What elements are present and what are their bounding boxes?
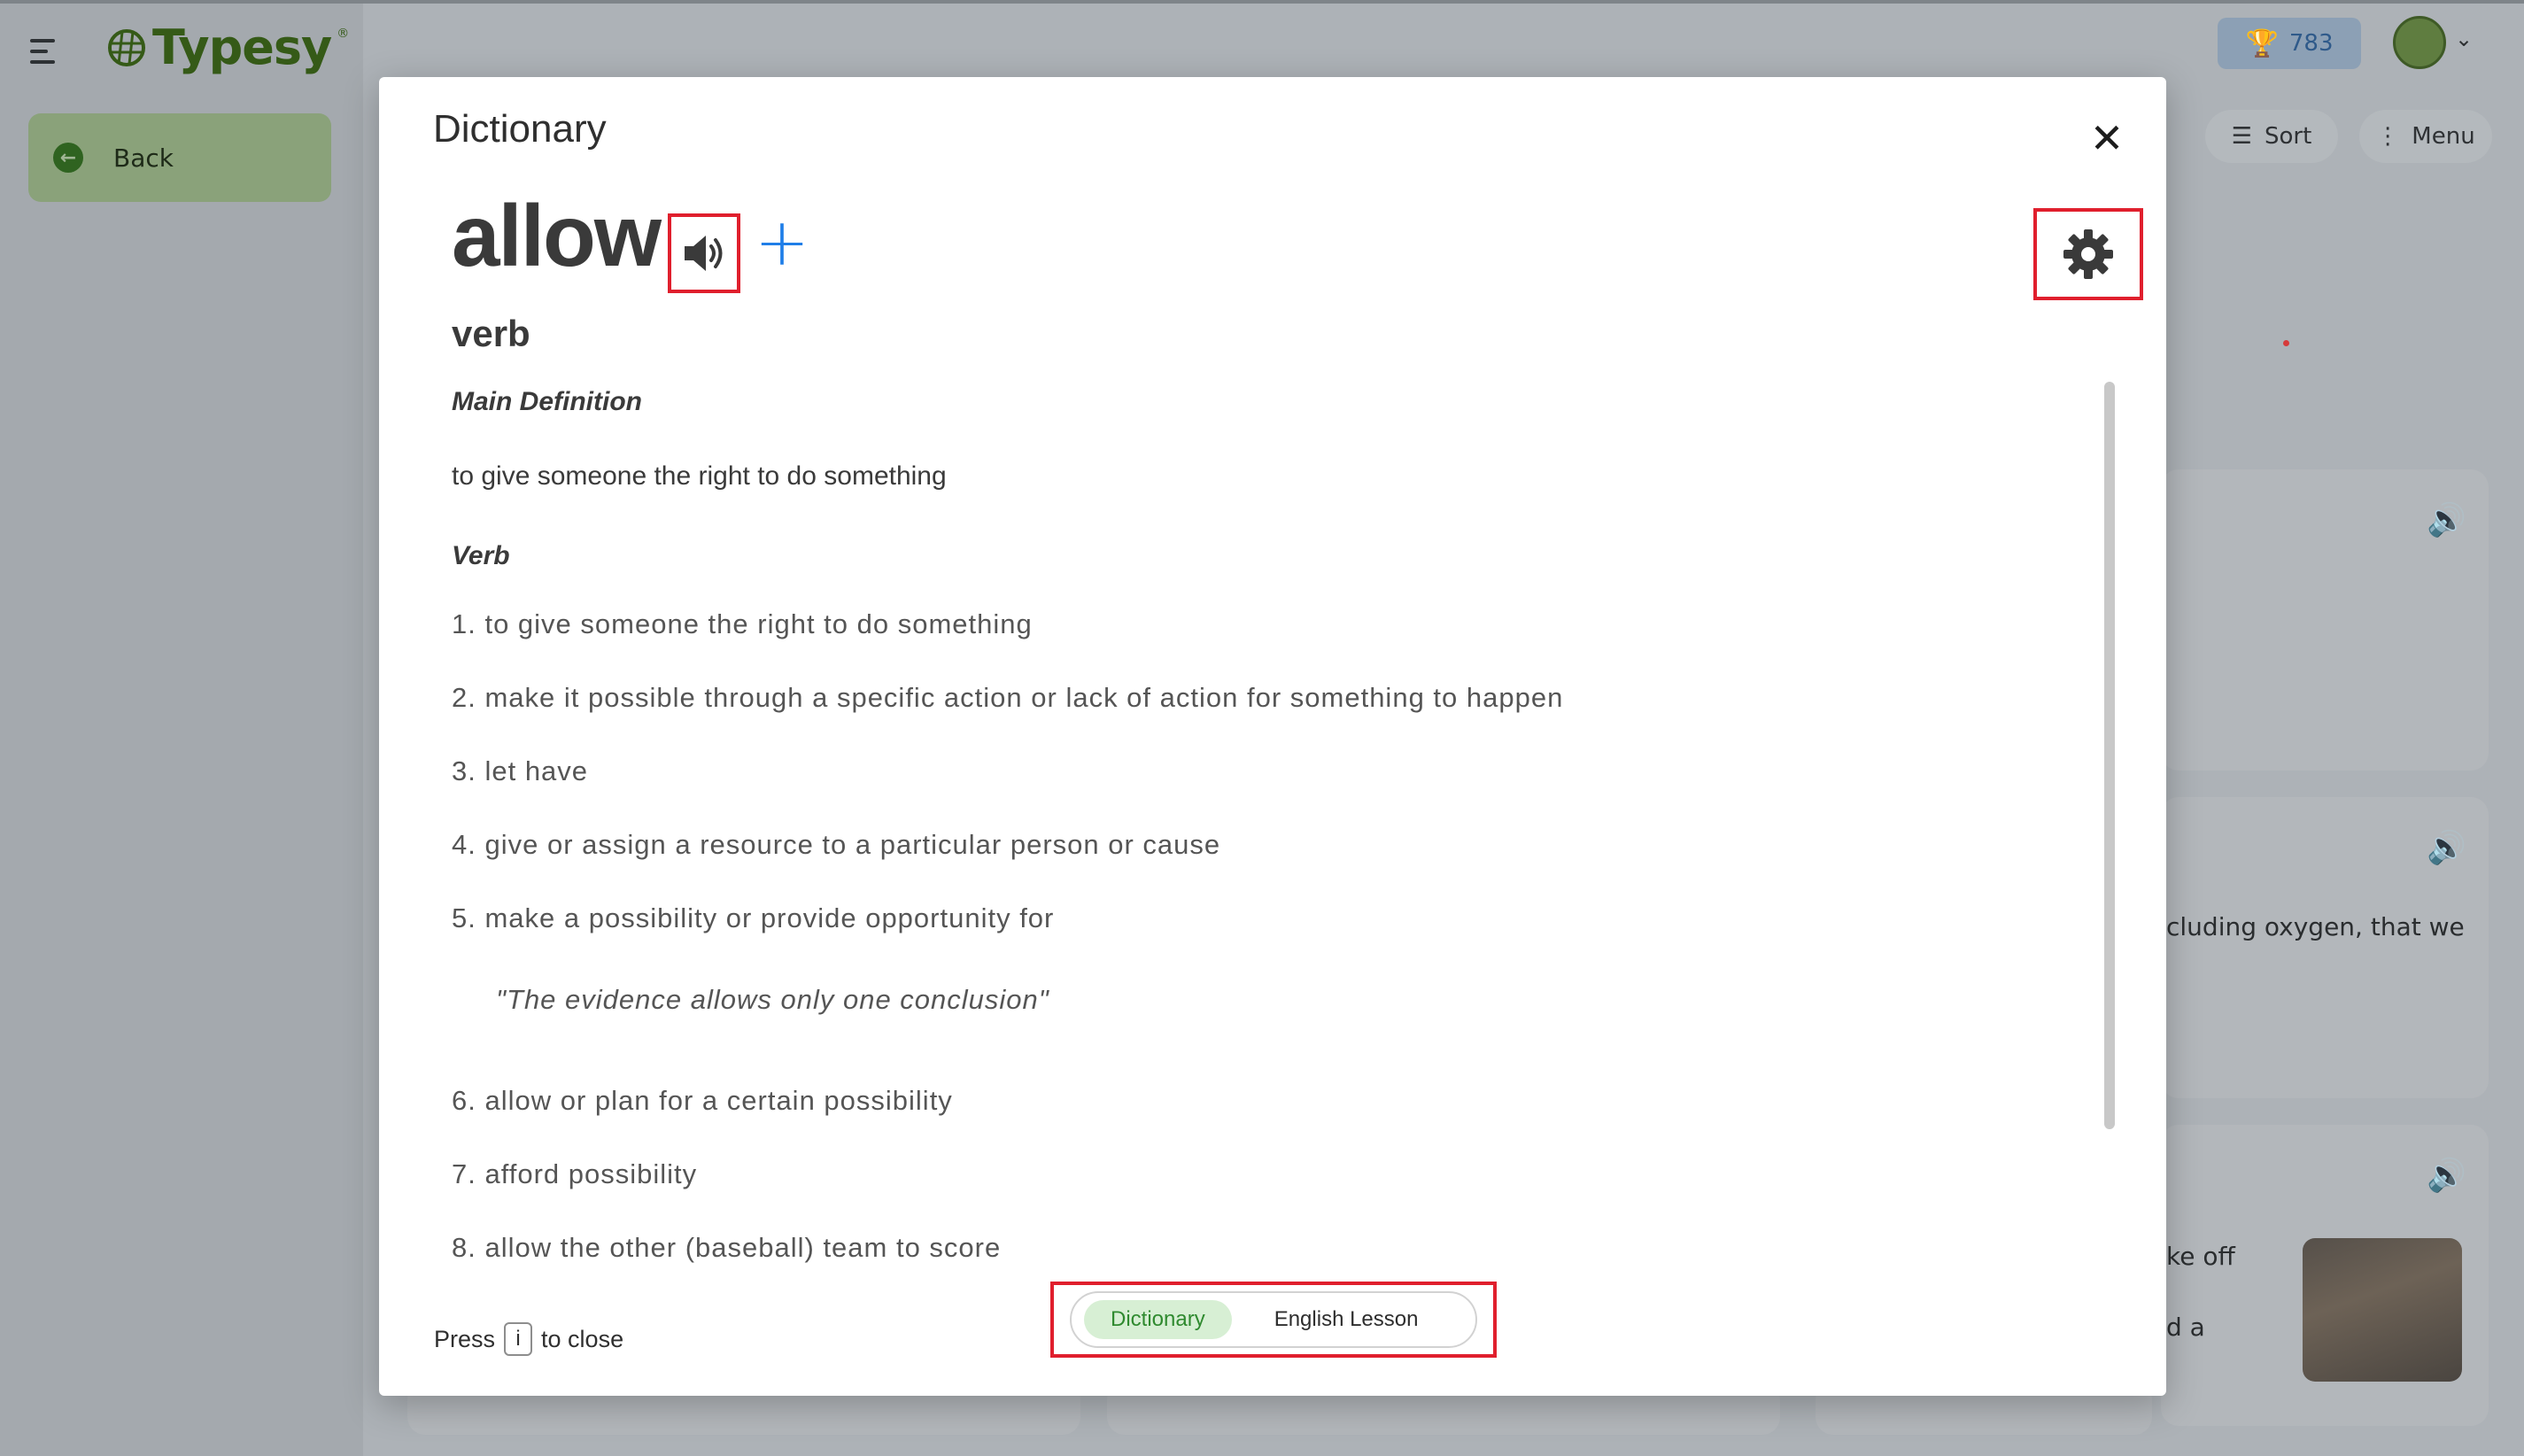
sense-item: 4. give or assign a resource to a partic… [452, 829, 1221, 860]
tab-english-lesson[interactable]: English Lesson [1248, 1300, 1445, 1339]
gear-icon [2063, 229, 2113, 279]
dictionary-modal: Dictionary ✕ allow + verb Main Definitio… [379, 77, 2166, 1396]
sense-item: 2. make it possible through a specific a… [452, 682, 1564, 713]
logo-registered-mark: ® [337, 27, 350, 41]
back-button[interactable]: ← Back [28, 113, 331, 202]
trophy-icon: 🏆 [2245, 27, 2279, 59]
key-hint: i [504, 1322, 533, 1356]
back-arrow-icon: ← [53, 143, 83, 173]
sense-item: 7. afford possibility [452, 1158, 698, 1189]
headword: allow [452, 187, 662, 284]
tab-dictionary[interactable]: Dictionary [1084, 1300, 1232, 1339]
typesy-logo[interactable]: Typesy ® [106, 19, 349, 75]
add-word-button[interactable]: + [755, 210, 809, 275]
logo-globe-icon [108, 28, 145, 66]
bg-card-text: d a [2166, 1313, 2205, 1342]
example-sentence: "The evidence allows only one conclusion… [496, 984, 1049, 1015]
sort-button[interactable]: ☰ Sort [2205, 110, 2338, 163]
points-value: 783 [2288, 30, 2334, 57]
back-label: Back [113, 143, 174, 173]
hamburger-icon[interactable] [30, 39, 60, 64]
avatar-icon[interactable] [2393, 16, 2446, 69]
bg-card-text: ke off [2166, 1242, 2235, 1271]
speaker-icon[interactable]: 🔊 [2427, 501, 2466, 538]
scrollbar[interactable] [2104, 382, 2115, 1129]
pronounce-button[interactable] [668, 213, 740, 293]
settings-button[interactable] [2033, 208, 2143, 300]
sense-item: 1. to give someone the right to do somet… [452, 608, 1033, 639]
sense-item: 8. allow the other (baseball) team to sc… [452, 1232, 1002, 1263]
part-of-speech: verb [452, 313, 530, 354]
close-icon[interactable]: ✕ [2085, 116, 2129, 160]
chevron-down-icon[interactable]: ⌄ [2455, 27, 2473, 51]
cursor-dot [2283, 340, 2289, 346]
main-definition-heading: Main Definition [452, 387, 642, 416]
main-definition: to give someone the right to do somethin… [452, 461, 947, 491]
sort-label: Sort [2265, 123, 2312, 150]
definition-content[interactable]: Main Definition to give someone the righ… [452, 387, 2010, 1264]
sidebar [0, 0, 363, 1456]
sense-item: 3. let have [452, 755, 589, 786]
close-hint: Press i to close [434, 1322, 623, 1356]
card-thumbnail[interactable] [2303, 1238, 2462, 1382]
close-hint-label: to close [541, 1325, 624, 1352]
verb-heading: Verb [452, 541, 510, 570]
menu-dots-icon: ⋮ [2376, 123, 2400, 150]
menu-button[interactable]: ⋮ Menu [2359, 110, 2492, 163]
mode-toggle: Dictionary English Lesson [1070, 1291, 1477, 1348]
logo-text: Typesy [152, 19, 332, 75]
sense-item: 5. make a possibility or provide opportu… [452, 902, 1055, 933]
speaker-icon [685, 236, 723, 271]
menu-label: Menu [2412, 123, 2475, 150]
sort-icon: ☰ [2231, 123, 2252, 150]
speaker-icon[interactable]: 🔊 [2427, 829, 2466, 866]
sense-item: 6. allow or plan for a certain possibili… [452, 1085, 953, 1116]
press-label: Press [434, 1325, 496, 1352]
speaker-icon[interactable]: 🔊 [2427, 1157, 2466, 1194]
modal-title: Dictionary [433, 107, 607, 151]
top-border [0, 0, 2524, 4]
points-badge[interactable]: 🏆 783 [2218, 18, 2361, 69]
mode-toggle-highlight: Dictionary English Lesson [1050, 1282, 1497, 1358]
bg-card-text: cluding oxygen, that we [2166, 912, 2465, 941]
